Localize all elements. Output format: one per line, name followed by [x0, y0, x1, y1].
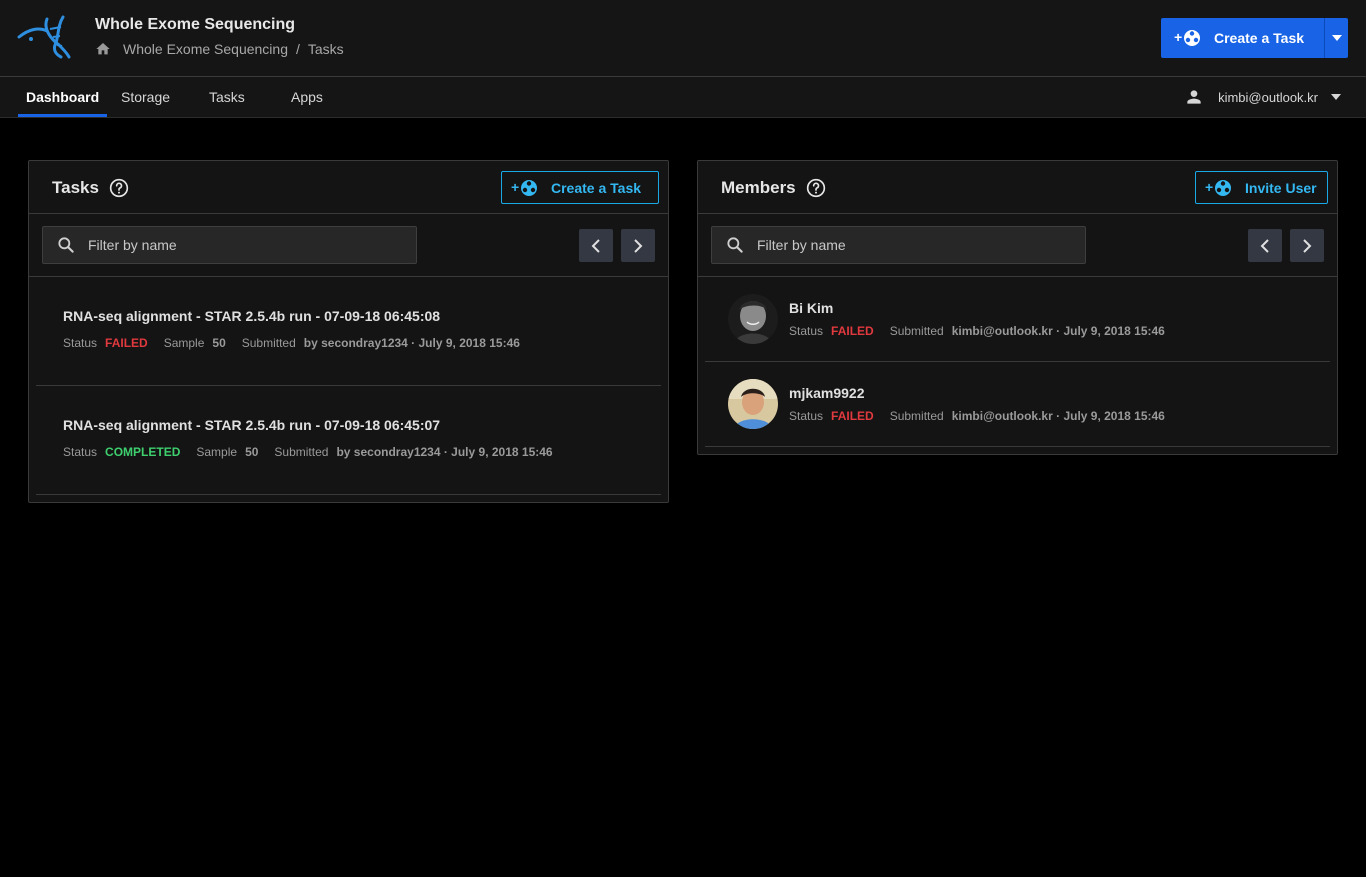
create-task-label: Create a Task — [1214, 30, 1305, 46]
svg-text:+: + — [511, 179, 519, 195]
chevron-left-icon — [1260, 238, 1269, 253]
caret-down-icon — [1331, 94, 1341, 100]
task-meta: Status COMPLETED Sample 50 Submitted by … — [63, 445, 553, 459]
search-icon — [727, 237, 743, 253]
status-badge: FAILED — [105, 336, 148, 350]
chevron-left-icon — [591, 238, 600, 253]
members-panel: Members + Invite User Filter by name Bi … — [697, 160, 1338, 455]
tab-tasks[interactable]: Tasks — [209, 77, 245, 117]
members-search — [711, 226, 1086, 264]
status-label: Status — [63, 445, 98, 459]
user-icon — [1187, 90, 1201, 104]
sample-label: Sample — [196, 445, 238, 459]
task-name[interactable]: RNA-seq alignment - STAR 2.5.4b run - 07… — [63, 417, 440, 433]
caret-down-icon — [1331, 35, 1342, 41]
submitted-label: Submitted — [241, 336, 296, 350]
create-task-dropdown[interactable] — [1325, 18, 1348, 58]
sample-label: Sample — [163, 336, 205, 350]
submitted-label: Submitted — [274, 445, 329, 459]
submitted-label: Submitted — [889, 409, 944, 423]
submitted-info: kimbi@outlook.kr · July 9, 2018 15:46 — [951, 409, 1165, 423]
status-badge: FAILED — [831, 409, 874, 423]
avatar — [728, 379, 778, 429]
sample-count: 50 — [212, 336, 226, 350]
member-meta: Status FAILED Submitted kimbi@outlook.kr… — [789, 324, 1165, 338]
tasks-prev-page-button[interactable] — [579, 229, 613, 262]
member-list-item[interactable]: Bi Kim Status FAILED Submitted kimbi@out… — [705, 277, 1330, 362]
tasks-filter-row — [29, 214, 668, 277]
submitted-label: Submitted — [889, 324, 944, 338]
avatar — [728, 294, 778, 344]
tasks-search — [42, 226, 417, 264]
chevron-right-icon — [634, 238, 643, 253]
search-icon — [58, 237, 74, 253]
task-list-item[interactable]: RNA-seq alignment - STAR 2.5.4b run - 07… — [36, 386, 661, 495]
members-panel-title: Members — [721, 178, 826, 198]
members-panel-header: Members + Invite User — [698, 161, 1337, 214]
member-meta: Status FAILED Submitted kimbi@outlook.kr… — [789, 409, 1165, 423]
tasks-panel: Tasks + Create a Task RNA-seq alignment — [28, 160, 669, 503]
add-task-icon: + — [1174, 29, 1200, 46]
task-meta: Status FAILED Sample 50 Submitted by sec… — [63, 336, 520, 350]
create-task-panel-label: Create a Task — [551, 179, 642, 196]
tasks-panel-header: Tasks + Create a Task — [29, 161, 668, 214]
member-list-item[interactable]: mjkam9922 Status FAILED Submitted kimbi@… — [705, 362, 1330, 447]
member-name[interactable]: mjkam9922 — [789, 385, 865, 401]
members-next-page-button[interactable] — [1290, 229, 1324, 262]
breadcrumb: Whole Exome Sequencing / Tasks — [95, 41, 344, 57]
svg-text:+: + — [1205, 179, 1213, 195]
dna-logo-icon[interactable] — [17, 15, 73, 59]
tab-apps[interactable]: Apps — [291, 77, 323, 117]
task-list-item[interactable]: RNA-seq alignment - STAR 2.5.4b run - 07… — [36, 277, 661, 386]
help-icon[interactable] — [806, 178, 826, 198]
add-task-icon: + — [511, 179, 537, 196]
user-email: kimbi@outlook.kr — [1218, 89, 1318, 105]
user-menu[interactable]: kimbi@outlook.kr — [1184, 77, 1342, 117]
chevron-right-icon — [1303, 238, 1312, 253]
status-label: Status — [789, 324, 824, 338]
submitted-info: kimbi@outlook.kr · July 9, 2018 15:46 — [951, 324, 1165, 338]
tasks-next-page-button[interactable] — [621, 229, 655, 262]
tab-bar: Dashboard Storage Tasks Apps kimbi@outlo… — [0, 77, 1366, 118]
tasks-panel-title: Tasks — [52, 178, 129, 198]
status-badge: COMPLETED — [105, 445, 181, 459]
status-label: Status — [789, 409, 824, 423]
invite-user-icon: + — [1205, 179, 1231, 196]
create-task-button[interactable]: + Create a Task — [1161, 18, 1324, 58]
submitted-info: by secondray1234 · July 9, 2018 15:46 — [336, 445, 553, 459]
breadcrumb-separator: / — [296, 41, 300, 57]
tab-dashboard[interactable]: Dashboard — [18, 77, 108, 117]
create-task-panel-button[interactable]: + Create a Task — [501, 171, 659, 204]
tasks-title-text: Tasks — [52, 178, 99, 197]
status-label: Status — [63, 336, 98, 350]
members-title-text: Members — [721, 178, 796, 197]
app-title: Whole Exome Sequencing — [95, 16, 296, 33]
status-badge: FAILED — [831, 324, 874, 338]
help-icon[interactable] — [109, 178, 129, 198]
task-name[interactable]: RNA-seq alignment - STAR 2.5.4b run - 07… — [63, 308, 440, 324]
breadcrumb-project[interactable]: Whole Exome Sequencing — [123, 41, 288, 57]
home-icon[interactable] — [95, 41, 111, 57]
svg-text:+: + — [1174, 29, 1182, 45]
members-filter-row — [698, 214, 1337, 277]
member-name[interactable]: Bi Kim — [789, 300, 833, 316]
create-task-split-button: + Create a Task — [1161, 18, 1348, 58]
tab-storage[interactable]: Storage — [121, 77, 170, 117]
members-prev-page-button[interactable] — [1248, 229, 1282, 262]
invite-user-button[interactable]: + Invite User — [1195, 171, 1328, 204]
invite-user-label: Invite User — [1245, 179, 1317, 196]
app-header: Whole Exome Sequencing Whole Exome Seque… — [0, 0, 1366, 77]
members-search-input[interactable] — [757, 237, 1057, 253]
tasks-search-input[interactable] — [88, 237, 388, 253]
sample-count: 50 — [245, 445, 259, 459]
submitted-info: by secondray1234 · July 9, 2018 15:46 — [303, 336, 520, 350]
breadcrumb-current: Tasks — [307, 41, 344, 57]
